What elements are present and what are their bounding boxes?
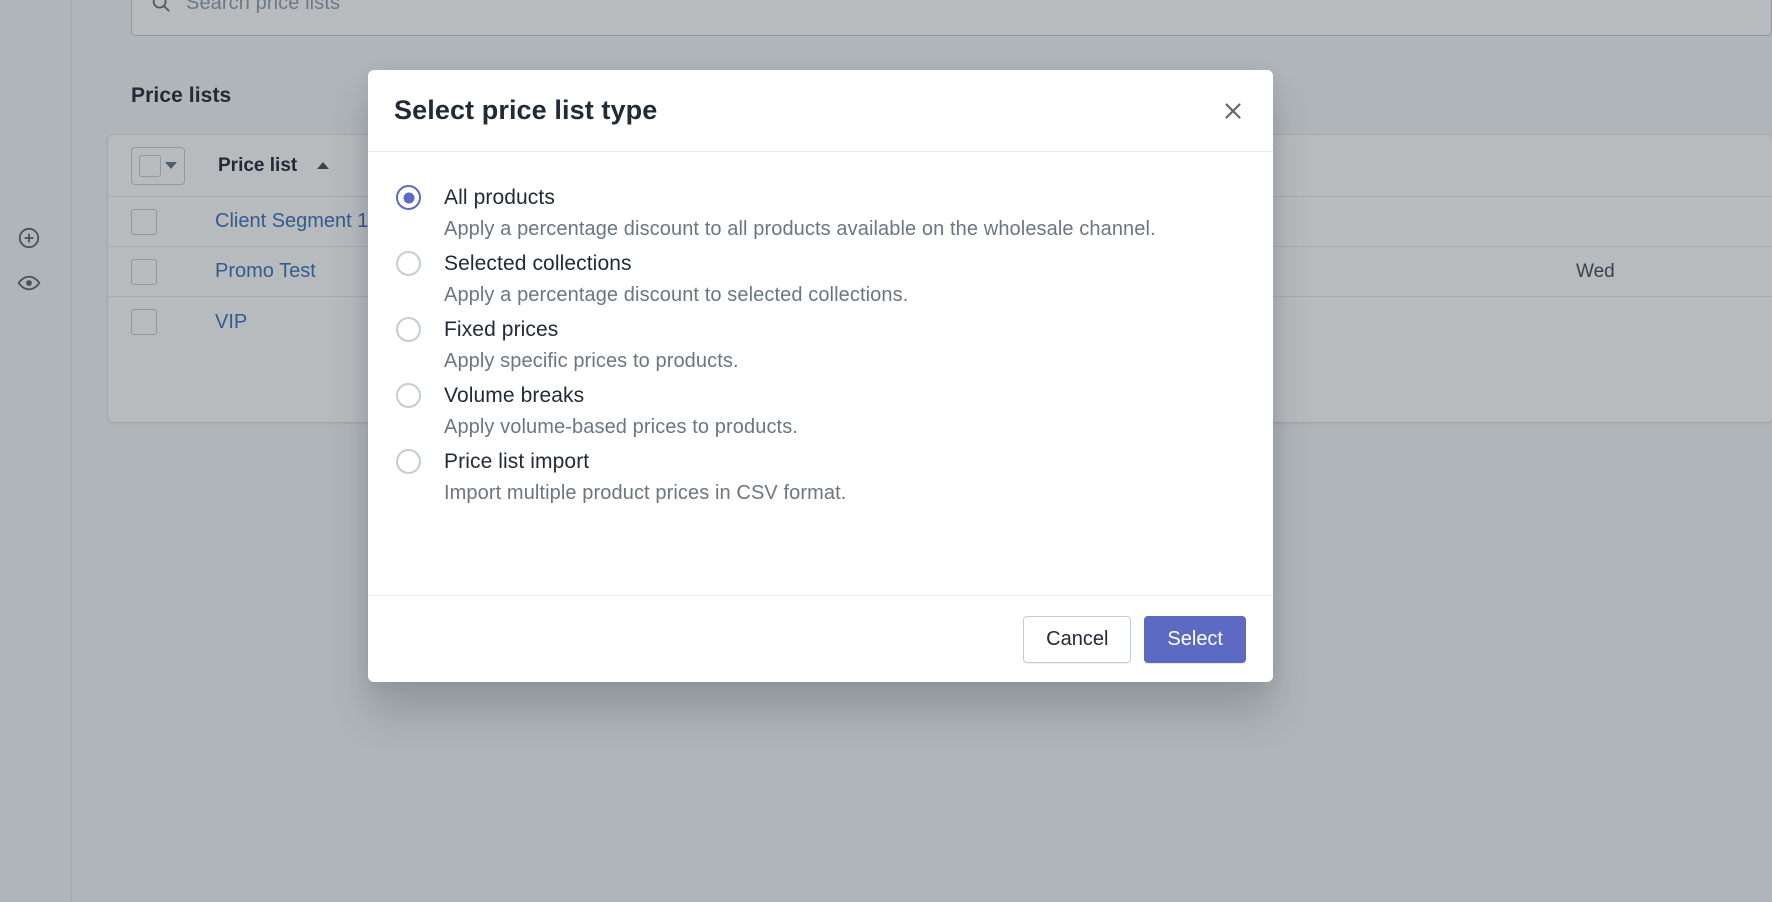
option-description: Apply a percentage discount to all produ…	[444, 218, 1245, 241]
radio-price-list-import[interactable]	[396, 449, 421, 474]
option-description: Apply specific prices to products.	[444, 350, 1245, 373]
select-button[interactable]: Select	[1144, 616, 1246, 663]
option-label: Fixed prices	[444, 318, 558, 342]
close-icon[interactable]	[1215, 93, 1251, 129]
modal-title: Select price list type	[394, 95, 657, 126]
modal-footer: Cancel Select	[368, 595, 1273, 682]
radio-volume-breaks[interactable]	[396, 383, 421, 408]
modal-header: Select price list type	[368, 70, 1273, 152]
option-description: Apply a percentage discount to selected …	[444, 284, 1245, 307]
radio-selected-collections[interactable]	[396, 251, 421, 276]
option-label: All products	[444, 186, 555, 210]
radio-all-products[interactable]	[396, 185, 421, 210]
option-price-list-import[interactable]: Price list import Import multiple produc…	[396, 449, 1245, 505]
option-volume-breaks[interactable]: Volume breaks Apply volume-based prices …	[396, 383, 1245, 439]
option-description: Apply volume-based prices to products.	[444, 416, 1245, 439]
option-label: Selected collections	[444, 252, 632, 276]
option-label: Price list import	[444, 450, 589, 474]
option-description: Import multiple product prices in CSV fo…	[444, 482, 1245, 505]
radio-fixed-prices[interactable]	[396, 317, 421, 342]
modal-body: All products Apply a percentage discount…	[368, 152, 1273, 595]
option-fixed-prices[interactable]: Fixed prices Apply specific prices to pr…	[396, 317, 1245, 373]
option-all-products[interactable]: All products Apply a percentage discount…	[396, 185, 1245, 241]
option-label: Volume breaks	[444, 384, 584, 408]
screen: Search price lists Price lists Price lis…	[0, 0, 1772, 902]
cancel-button[interactable]: Cancel	[1023, 616, 1131, 663]
select-price-list-type-modal: Select price list type All products Appl…	[368, 70, 1273, 682]
option-selected-collections[interactable]: Selected collections Apply a percentage …	[396, 251, 1245, 307]
